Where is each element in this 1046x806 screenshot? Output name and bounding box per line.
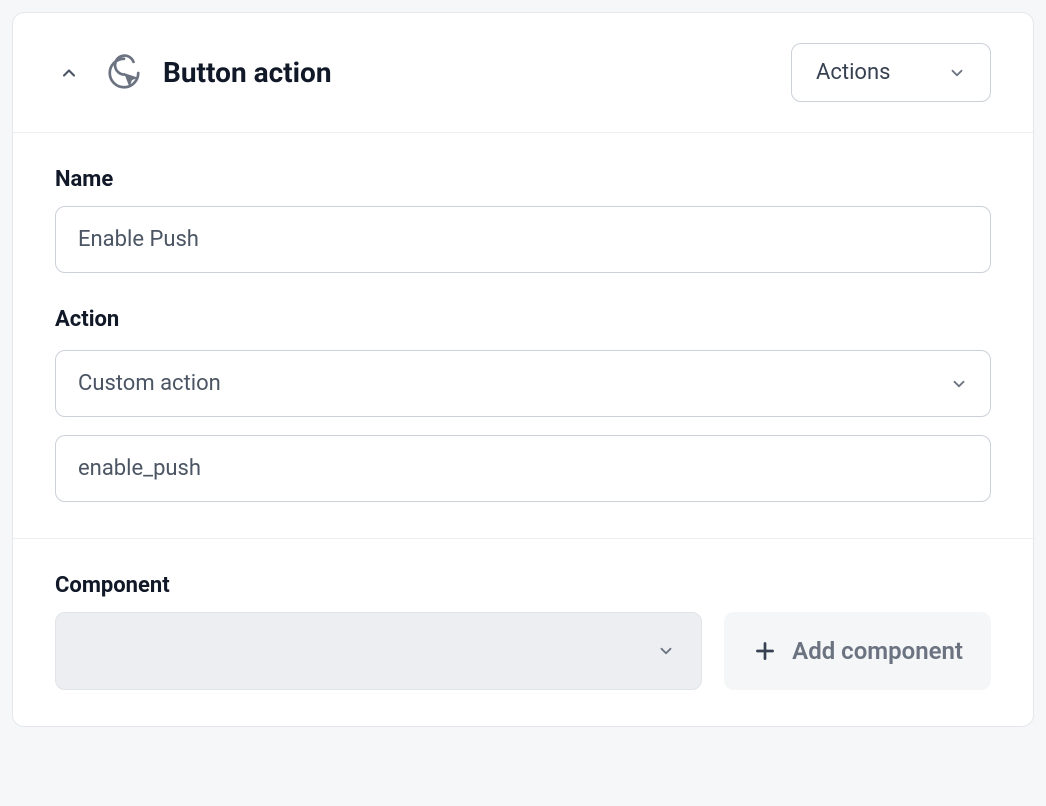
chevron-down-icon: [950, 375, 968, 393]
chevron-down-icon: [948, 64, 966, 82]
card-header: Button action Actions: [13, 13, 1033, 133]
actions-dropdown[interactable]: Actions: [791, 43, 991, 102]
action-label: Action: [55, 307, 991, 332]
name-input[interactable]: [55, 206, 991, 273]
name-field: Name: [55, 167, 991, 273]
component-section: Component Add component: [13, 538, 1033, 726]
card-title: Button action: [163, 56, 332, 89]
component-row: Add component: [55, 612, 991, 690]
actions-dropdown-label: Actions: [816, 60, 890, 85]
add-component-button[interactable]: Add component: [724, 612, 991, 690]
component-field: Component Add component: [55, 573, 991, 690]
plus-icon: [752, 638, 778, 664]
chevron-down-icon: [657, 642, 675, 660]
header-title-group: Button action: [105, 54, 332, 92]
component-select[interactable]: [55, 612, 702, 690]
form-section: Name Action Custom action: [13, 133, 1033, 538]
component-label: Component: [55, 573, 991, 598]
collapse-toggle[interactable]: [55, 59, 83, 87]
action-select-value: Custom action: [78, 371, 221, 396]
button-action-card: Button action Actions Name Action Custom…: [12, 12, 1034, 727]
add-component-label: Add component: [792, 637, 963, 665]
action-select[interactable]: Custom action: [55, 350, 991, 417]
cursor-click-icon: [105, 54, 143, 92]
action-field: Action Custom action: [55, 307, 991, 502]
chevron-up-icon: [59, 63, 79, 83]
name-label: Name: [55, 167, 991, 192]
custom-action-input[interactable]: [55, 435, 991, 502]
header-left: Button action: [55, 54, 332, 92]
